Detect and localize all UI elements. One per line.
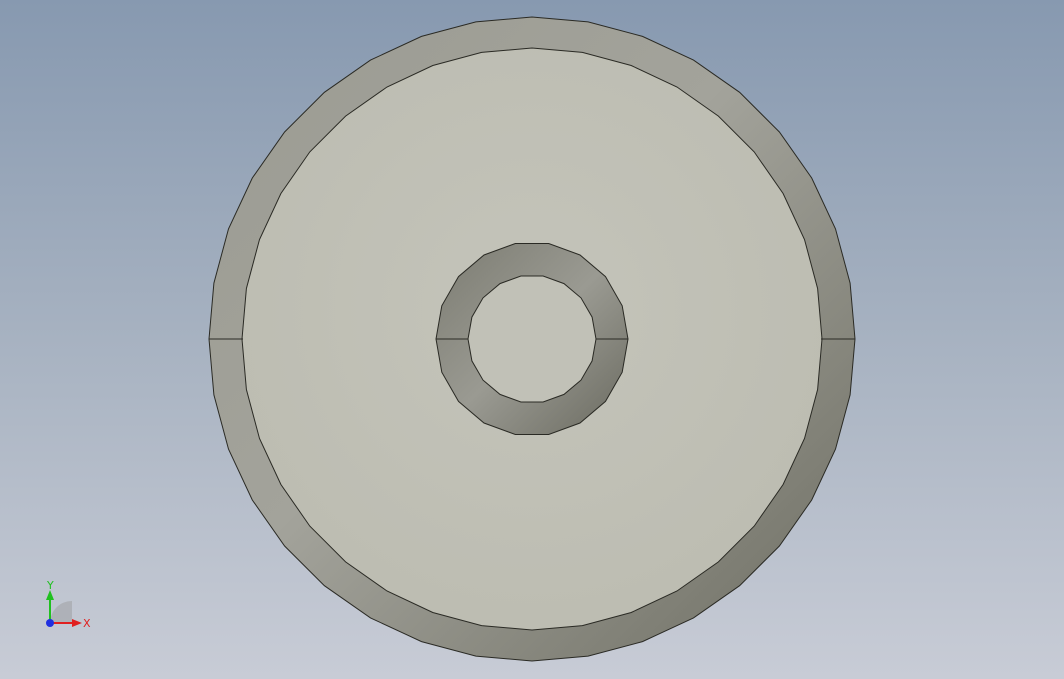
x-axis-arrow — [72, 619, 82, 627]
y-axis-label: Y — [46, 579, 54, 592]
washer-model[interactable] — [0, 0, 1064, 679]
bore-inner-face — [467, 275, 597, 403]
x-axis-label: X — [83, 617, 91, 630]
triad-arc-shade — [50, 601, 72, 623]
z-axis-dot — [46, 619, 54, 627]
graphics-viewport[interactable]: Y X — [0, 0, 1064, 679]
coordinate-triad: Y X — [46, 579, 91, 630]
